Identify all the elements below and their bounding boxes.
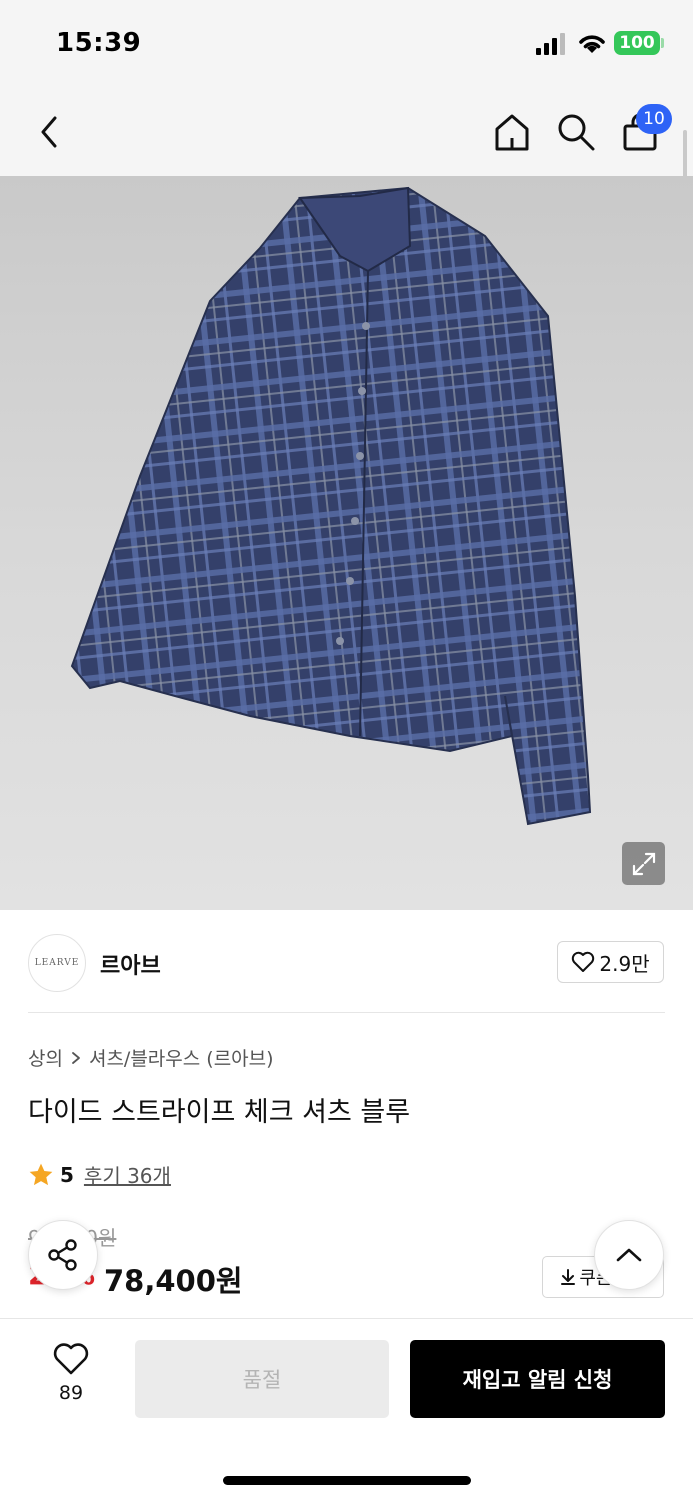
home-button[interactable] (488, 108, 536, 156)
rating-score: 5 (60, 1162, 74, 1187)
brand-like-button[interactable]: 2.9만 (557, 941, 664, 983)
download-icon (561, 1269, 576, 1285)
home-icon (495, 114, 529, 151)
chevron-left-icon (41, 116, 57, 148)
review-link[interactable]: 후기 36개 (84, 1160, 171, 1189)
status-bar: 15:39 100 (0, 0, 693, 88)
chevron-right-icon (72, 1051, 80, 1064)
breadcrumb-subcategory[interactable]: 셔츠/블라우스 (르아브) (89, 1044, 274, 1071)
product-image[interactable] (0, 176, 693, 910)
wifi-icon (579, 35, 605, 53)
brand-logo[interactable]: LEARVE (28, 934, 86, 992)
chevron-up-icon (616, 1248, 642, 1262)
share-button[interactable] (28, 1220, 98, 1290)
top-nav-bar (0, 88, 693, 176)
status-time: 15:39 (56, 28, 142, 58)
wishlist-button[interactable]: 89 (40, 1342, 102, 1414)
breadcrumb: 상의 셔츠/블라우스 (르아브) (28, 1044, 274, 1071)
share-icon (48, 1239, 77, 1271)
star-icon (29, 1163, 53, 1185)
restock-alert-button[interactable]: 재입고 알림 신청 (410, 1340, 665, 1418)
product-title: 다이드 스트라이프 체크 셔츠 블루 (28, 1097, 411, 1128)
rating-row: 5 후기 36개 (28, 1160, 171, 1189)
plaid-shirt-image (70, 186, 592, 826)
search-button[interactable] (552, 108, 600, 156)
brand-name[interactable]: 르아브 (100, 948, 161, 980)
sale-price: 78,400원 (104, 1264, 243, 1298)
cart-count-badge[interactable]: 10 (636, 104, 672, 134)
scroll-to-top-button[interactable] (594, 1220, 664, 1290)
battery-indicator: 100 (614, 31, 660, 55)
heart-icon (572, 951, 595, 972)
brand-like-count: 2.9만 (599, 951, 650, 976)
search-icon (558, 114, 595, 151)
heart-icon (53, 1343, 89, 1375)
battery-tip (661, 38, 664, 48)
back-button[interactable] (26, 108, 74, 156)
divider (28, 1012, 665, 1013)
home-indicator[interactable] (223, 1476, 471, 1485)
cellular-signal-icon (536, 33, 565, 55)
expand-image-button[interactable] (622, 842, 665, 885)
wishlist-count: 89 (58, 1382, 84, 1404)
expand-icon (632, 852, 655, 875)
breadcrumb-category[interactable]: 상의 (28, 1044, 63, 1071)
soldout-button: 품절 (135, 1340, 389, 1418)
